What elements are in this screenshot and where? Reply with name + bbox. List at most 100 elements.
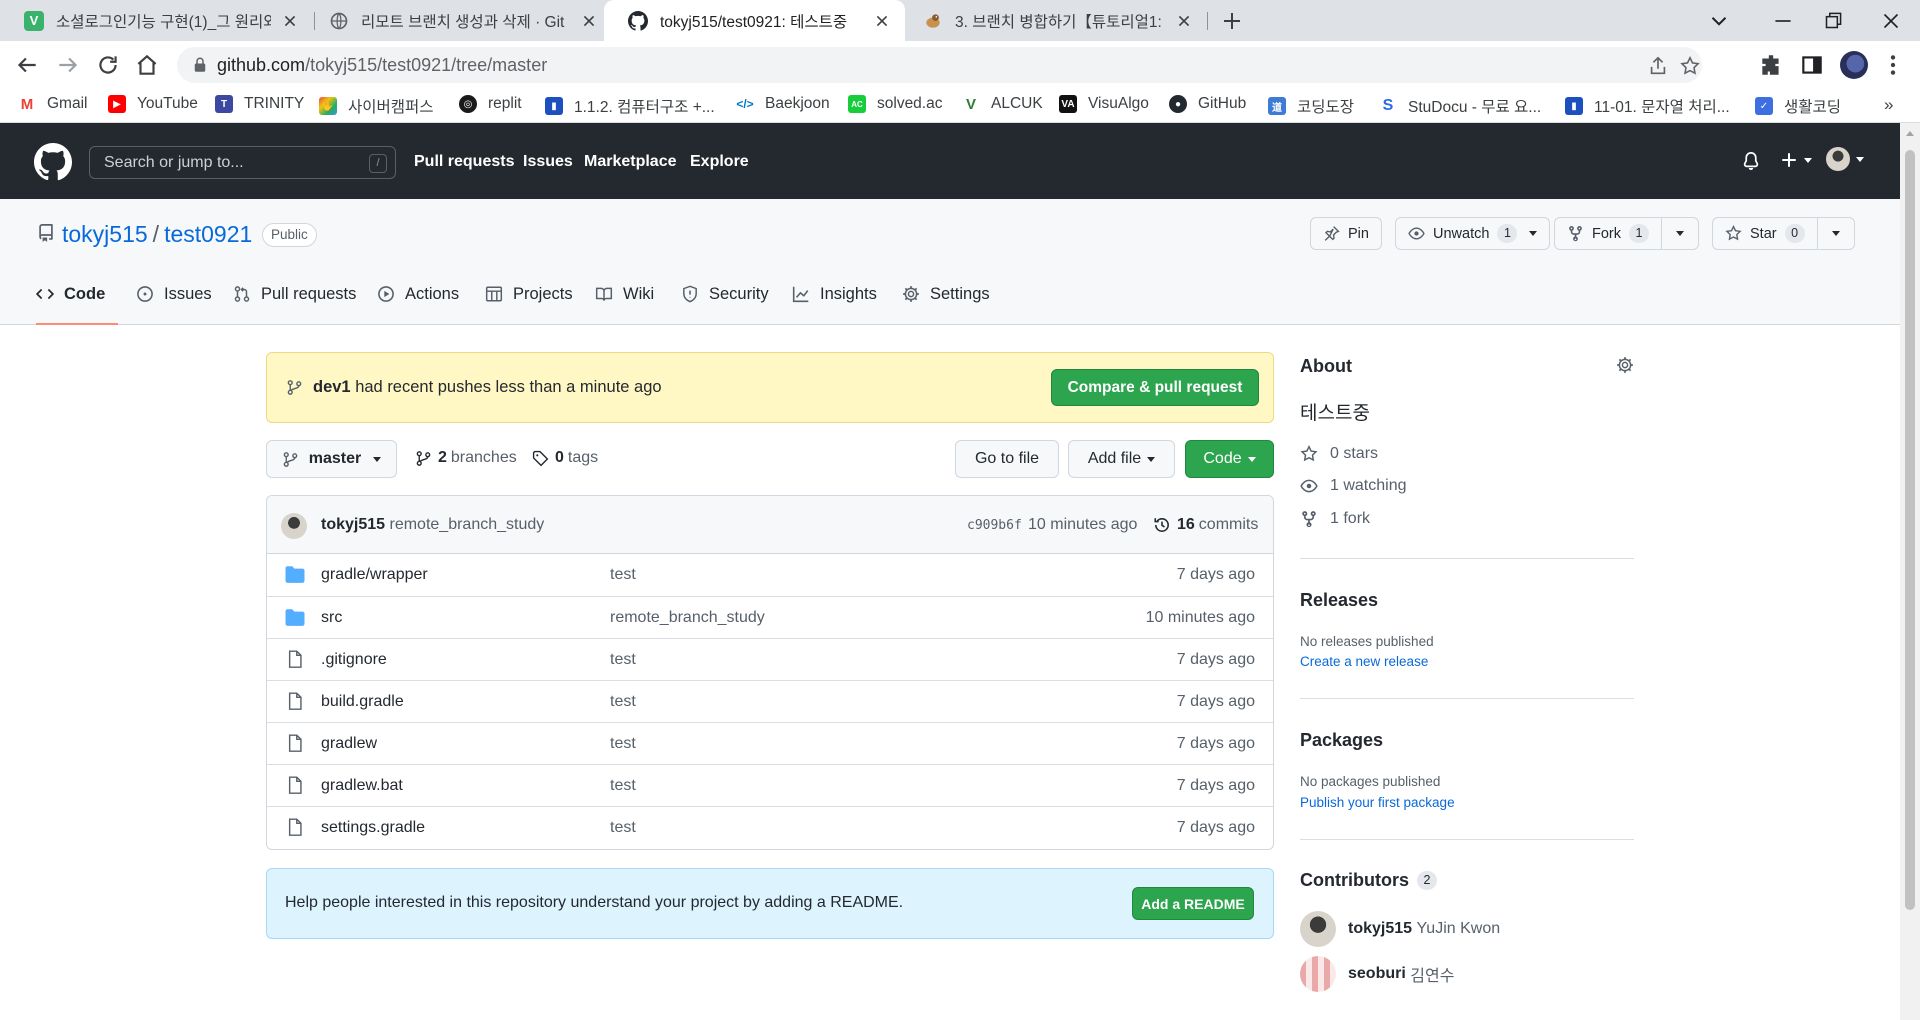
file-commit-message[interactable]: test xyxy=(610,651,636,669)
packages-heading[interactable]: Packages xyxy=(1300,730,1383,751)
file-commit-message[interactable]: test xyxy=(610,566,636,584)
commits-link[interactable]: 16 commits xyxy=(1153,516,1258,534)
forward-icon[interactable] xyxy=(55,52,81,78)
bookmark-solvedac[interactable]: AC solved.ac xyxy=(848,95,942,113)
bookmark-baekjoon[interactable]: </> Baekjoon xyxy=(736,95,830,113)
file-name-link[interactable]: gradle/wrapper xyxy=(321,566,428,584)
menu-dots-icon[interactable] xyxy=(1880,52,1906,78)
nav-pull-requests[interactable]: Pull requests xyxy=(414,153,514,171)
close-icon[interactable] xyxy=(279,10,301,32)
user-menu[interactable] xyxy=(1826,147,1864,171)
contributor-item[interactable]: tokyj515 YuJin Kwon xyxy=(1300,911,1500,947)
tab-security[interactable]: Security xyxy=(681,285,769,325)
stars-link[interactable]: 0 stars xyxy=(1300,445,1378,463)
bookmark-visualgo[interactable]: VA VisuAlgo xyxy=(1059,95,1149,113)
tab-actions[interactable]: Actions xyxy=(377,285,459,325)
gear-icon[interactable] xyxy=(1616,356,1634,374)
browser-tab-2[interactable]: 리모트 브랜치 생성과 삭제 · Git xyxy=(305,0,612,41)
file-commit-message[interactable]: test xyxy=(610,819,636,837)
bookmark-studocu[interactable]: S StuDocu - 무료 요... xyxy=(1379,95,1541,117)
file-name-link[interactable]: .gitignore xyxy=(321,651,387,669)
table-row[interactable]: src remote_branch_study 10 minutes ago xyxy=(267,596,1273,638)
publish-package-link[interactable]: Publish your first package xyxy=(1300,795,1455,810)
bookmark-star-icon[interactable] xyxy=(1679,55,1701,77)
back-icon[interactable] xyxy=(14,52,40,78)
file-name-link[interactable]: settings.gradle xyxy=(321,819,425,837)
tab-wiki[interactable]: Wiki xyxy=(595,285,654,325)
fork-button[interactable]: Fork 1 xyxy=(1555,218,1661,249)
branches-link[interactable]: 2 branches xyxy=(415,449,517,467)
create-new-menu[interactable] xyxy=(1780,151,1812,169)
tab-issues[interactable]: Issues xyxy=(136,285,212,325)
contributor-item[interactable]: seoburi 김연수 xyxy=(1300,956,1454,992)
table-row[interactable]: settings.gradle test 7 days ago xyxy=(267,806,1273,848)
nav-marketplace[interactable]: Marketplace xyxy=(584,153,677,171)
commit-author-avatar[interactable] xyxy=(281,513,307,539)
profile-avatar[interactable] xyxy=(1840,51,1868,79)
close-window-icon[interactable] xyxy=(1878,8,1904,34)
table-row[interactable]: gradlew test 7 days ago xyxy=(267,722,1273,764)
side-panel-icon[interactable] xyxy=(1799,52,1825,78)
tab-insights[interactable]: Insights xyxy=(792,285,877,325)
search-input[interactable]: Search or jump to... / xyxy=(89,146,396,179)
lock-icon[interactable] xyxy=(191,56,209,74)
unwatch-button[interactable]: Unwatch 1 xyxy=(1395,217,1551,250)
file-commit-message[interactable]: test xyxy=(610,777,636,795)
code-button[interactable]: Code xyxy=(1185,440,1274,478)
tab-code[interactable]: Code xyxy=(36,285,118,325)
close-icon[interactable] xyxy=(578,10,600,32)
commit-author[interactable]: tokyj515 xyxy=(321,516,385,533)
star-button[interactable]: Star 0 xyxy=(1713,218,1817,249)
go-to-file-button[interactable]: Go to file xyxy=(955,440,1059,478)
file-name-link[interactable]: src xyxy=(321,609,342,627)
tags-link[interactable]: 0 tags xyxy=(532,449,598,467)
contributors-heading[interactable]: Contributors 2 xyxy=(1300,870,1437,891)
extensions-icon[interactable] xyxy=(1758,52,1784,78)
file-name-link[interactable]: gradlew.bat xyxy=(321,777,403,795)
bell-icon[interactable] xyxy=(1742,151,1760,171)
home-icon[interactable] xyxy=(134,52,160,78)
watching-link[interactable]: 1 watching xyxy=(1300,477,1407,495)
scroll-up-arrow[interactable] xyxy=(1906,131,1914,136)
page-scrollbar[interactable] xyxy=(1900,123,1920,1020)
file-name-link[interactable]: build.gradle xyxy=(321,693,404,711)
browser-tab-1[interactable]: V 소셜로그인기능 구현(1)_그 원리와 xyxy=(0,0,313,41)
bookmark-github[interactable]: ● GitHub xyxy=(1169,95,1246,113)
forks-link[interactable]: 1 fork xyxy=(1300,510,1370,528)
bookmark-string-processing[interactable]: ▮ 11-01. 문자열 처리... xyxy=(1565,95,1730,117)
branch-select-button[interactable]: master xyxy=(266,440,397,478)
commit-sha[interactable]: c909b6f xyxy=(967,518,1022,533)
star-dropdown[interactable] xyxy=(1816,218,1854,249)
file-commit-message[interactable]: remote_branch_study xyxy=(610,609,765,627)
releases-heading[interactable]: Releases xyxy=(1300,590,1378,611)
file-commit-message[interactable]: test xyxy=(610,693,636,711)
table-row[interactable]: .gitignore test 7 days ago xyxy=(267,638,1273,680)
bookmark-cybercampus[interactable]: ✋ 사이버캠퍼스 xyxy=(319,95,434,117)
tab-settings[interactable]: Settings xyxy=(902,285,990,325)
table-row[interactable]: gradle/wrapper test 7 days ago xyxy=(267,554,1273,596)
bookmark-trinity[interactable]: T TRINITY xyxy=(215,95,304,113)
github-logo-icon[interactable] xyxy=(34,143,72,181)
fork-dropdown[interactable] xyxy=(1661,218,1698,249)
close-icon[interactable] xyxy=(1173,10,1195,32)
nav-explore[interactable]: Explore xyxy=(690,153,749,171)
scrollbar-thumb[interactable] xyxy=(1905,150,1915,910)
new-tab-icon[interactable] xyxy=(1220,9,1244,33)
bookmark-alcuk[interactable]: V ALCUK xyxy=(962,95,1043,113)
tab-pull-requests[interactable]: Pull requests xyxy=(233,285,356,325)
repo-owner-link[interactable]: tokyj515 xyxy=(62,221,148,247)
pushed-branch-name[interactable]: dev1 xyxy=(313,378,351,396)
file-commit-message[interactable]: test xyxy=(610,735,636,753)
bookmark-computer-arch[interactable]: ▮ 1.1.2. 컴퓨터구조 +... xyxy=(545,95,715,117)
minimize-icon[interactable] xyxy=(1770,8,1796,34)
restore-icon[interactable] xyxy=(1820,8,1846,34)
file-name-link[interactable]: gradlew xyxy=(321,735,377,753)
table-row[interactable]: build.gradle test 7 days ago xyxy=(267,680,1273,722)
address-bar[interactable]: github.com/tokyj515/test0921/tree/master xyxy=(177,47,1702,83)
bookmark-opentutorials[interactable]: ✓ 생활코딩 xyxy=(1755,95,1841,117)
add-file-button[interactable]: Add file xyxy=(1068,440,1175,478)
share-icon[interactable] xyxy=(1647,55,1669,77)
compare-pull-request-button[interactable]: Compare & pull request xyxy=(1051,369,1259,406)
add-readme-button[interactable]: Add a README xyxy=(1132,887,1254,920)
reload-icon[interactable] xyxy=(95,52,121,78)
